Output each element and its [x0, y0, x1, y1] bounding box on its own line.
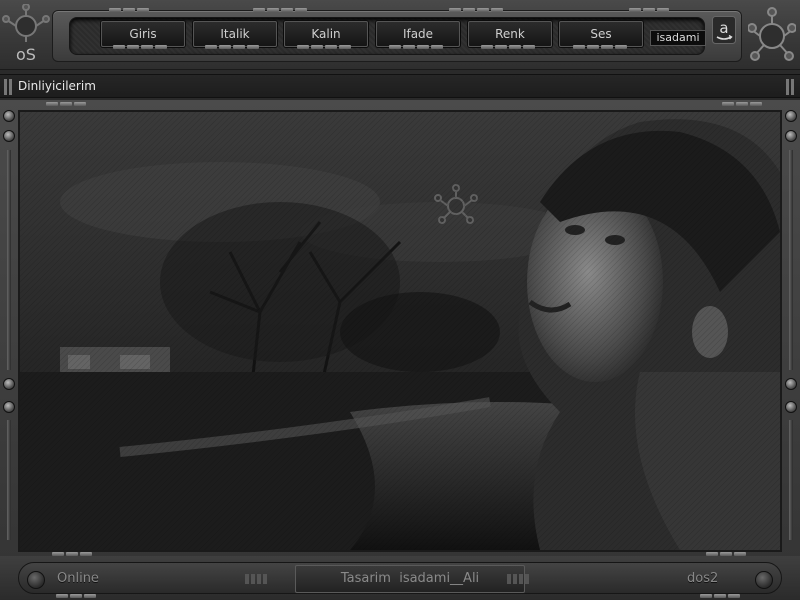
rivet-strip	[449, 8, 503, 13]
rivet-strip	[109, 8, 149, 13]
online-link[interactable]: Online	[57, 571, 99, 586]
menu-item-renk[interactable]: Renk	[468, 21, 552, 47]
rivet-strip	[389, 45, 443, 50]
menu-frame: Giris Italik Kalin Ifade Renk Ses	[52, 8, 742, 62]
rail-bar	[789, 150, 793, 370]
bottom-status-bar: Online Tasarim isadami__Ali dos2	[0, 552, 800, 600]
rivet-strip	[629, 8, 669, 13]
page-title: Dinliyicilerim	[18, 79, 96, 93]
amazon-icon[interactable]: a	[712, 16, 736, 44]
rivet-strip	[253, 8, 307, 13]
rivet-strip	[706, 552, 746, 557]
rail-bar	[7, 420, 11, 540]
bottom-track: Online Tasarim isadami__Ali dos2	[18, 562, 782, 594]
right-round-button[interactable]	[755, 571, 773, 589]
rivet-strip	[297, 45, 351, 50]
grip-bars	[507, 574, 529, 584]
rail-bar	[789, 420, 793, 540]
rivet-strip	[573, 45, 627, 50]
top-toolbar: oS Giris Italik Kalin Ifade Renk Ses isa…	[0, 0, 800, 70]
title-grip-right	[786, 79, 794, 95]
bolt-icon	[785, 110, 797, 122]
molecule-decor-icon	[748, 7, 796, 61]
grip-bars	[245, 574, 267, 584]
credit-text: Tasarim isadami__Ali	[340, 571, 480, 586]
bolt-icon	[3, 110, 15, 122]
bolt-icon	[3, 378, 15, 390]
rivet-strip	[481, 45, 535, 50]
rivet-strip	[700, 594, 740, 599]
bolt-icon	[785, 378, 797, 390]
bolt-icon	[785, 401, 797, 413]
bolt-icon	[785, 130, 797, 142]
rivet-strip	[56, 594, 96, 599]
brand-badge: isadami	[650, 30, 706, 46]
bolt-icon	[3, 130, 15, 142]
amazon-glyph: a	[719, 19, 728, 37]
dos2-link[interactable]: dos2	[687, 571, 718, 586]
menu-item-ifade[interactable]: Ifade	[376, 21, 460, 47]
molecule-logo-icon: oS	[2, 4, 50, 64]
rivet-strip	[52, 552, 92, 557]
title-grip-left	[4, 79, 12, 95]
rivet-strip	[113, 45, 167, 50]
left-round-button[interactable]	[27, 571, 45, 589]
bolt-icon	[3, 401, 15, 413]
credit-box: Tasarim isadami__Ali	[295, 565, 525, 593]
background-scene-image	[18, 110, 782, 552]
title-bar: Dinliyicilerim	[0, 74, 800, 98]
rivet-strip	[205, 45, 259, 50]
rivet-strip	[46, 102, 86, 107]
brand-label: isadami	[656, 31, 700, 44]
logo-text: oS	[16, 45, 36, 64]
rail-bar	[7, 150, 11, 370]
menu-item-italik[interactable]: Italik	[193, 21, 277, 47]
menu-item-giris[interactable]: Giris	[101, 21, 185, 47]
menu-item-ses[interactable]: Ses	[559, 21, 643, 47]
menu-item-kalin[interactable]: Kalin	[284, 21, 368, 47]
scene-illustration	[20, 112, 780, 550]
rivet-strip	[722, 102, 762, 107]
